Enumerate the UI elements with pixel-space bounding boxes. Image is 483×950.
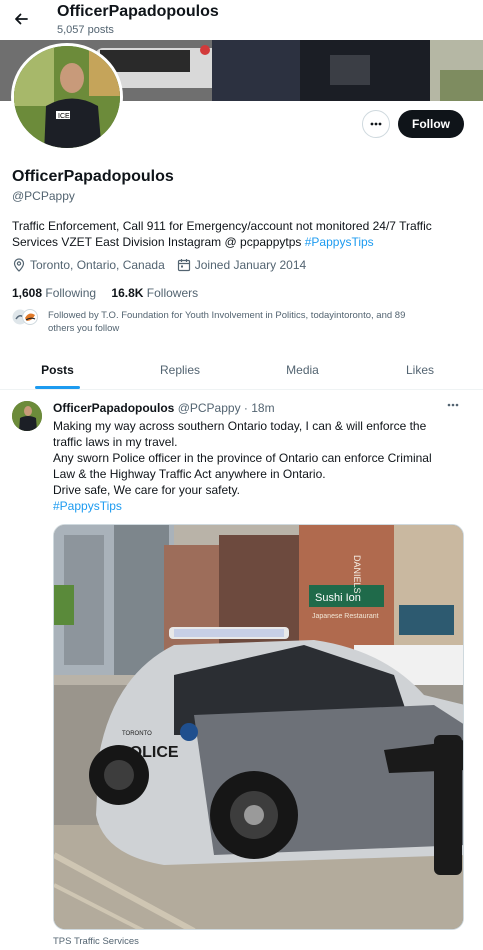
profile-stats: 1,608 Following 16.8K Followers: [12, 286, 210, 300]
back-arrow-icon[interactable]: [8, 6, 34, 32]
top-bar: OfficerPapadopoulos 5,057 posts: [0, 0, 483, 40]
followed-by-line-2: others you follow: [48, 323, 120, 334]
follow-button[interactable]: Follow: [398, 110, 464, 138]
active-tab-indicator: [35, 386, 80, 389]
header-display-name: OfficerPapadopoulos: [57, 3, 219, 20]
tweet-author-name[interactable]: OfficerPapadopoulos: [53, 401, 174, 415]
tweet-avatar[interactable]: [12, 401, 42, 431]
profile-display-name: OfficerPapadopoulos: [12, 168, 174, 185]
followed-by[interactable]: Followed by T.O. Foundation for Youth In…: [12, 307, 460, 337]
profile-avatar[interactable]: ICE: [11, 43, 123, 151]
building-sign-text: DANIELS: [352, 555, 362, 594]
followed-by-avatars: [12, 309, 38, 325]
following-label: Following: [45, 286, 97, 300]
profile-meta: Toronto, Ontario, Canada Joined January …: [12, 258, 318, 272]
calendar-icon: [177, 258, 191, 272]
tweet-media-photo[interactable]: Sushi Ion Japanese Restaurant DANIELS PO…: [53, 524, 464, 930]
following-count: 1,608: [12, 286, 43, 300]
tab-posts[interactable]: Posts: [0, 350, 115, 390]
bio-hashtag-link[interactable]: #PappysTips: [305, 235, 374, 249]
following-link[interactable]: 1,608 Following: [12, 286, 96, 300]
profile-tabs: Posts Replies Media Likes: [0, 350, 483, 390]
tab-replies[interactable]: Replies: [115, 350, 245, 390]
tweet-text: Making my way across southern Ontario to…: [53, 418, 463, 514]
profile-location: Toronto, Ontario, Canada: [30, 258, 165, 272]
tab-media[interactable]: Media: [245, 350, 360, 390]
tweet-line: traffic laws in my travel.: [53, 435, 178, 449]
tweet-more-icon[interactable]: [446, 398, 460, 415]
tab-likes[interactable]: Likes: [360, 350, 480, 390]
store-sign-text: Sushi Ion: [315, 592, 361, 604]
store-sub-text: Japanese Restaurant: [312, 613, 379, 620]
followers-label: Followers: [146, 286, 199, 300]
car-toronto-text: TORONTO: [122, 731, 152, 737]
followed-by-line-1: Followed by T.O. Foundation for Youth In…: [48, 310, 406, 321]
profile-handle: @PCPappy: [12, 189, 75, 203]
tweet-header: OfficerPapadopoulos @PCPappy · 18m: [53, 401, 275, 415]
followed-by-text: Followed by T.O. Foundation for Youth In…: [48, 309, 468, 335]
media-caption: TPS Traffic Services: [53, 936, 139, 947]
header-post-count: 5,057 posts: [57, 24, 114, 36]
tweet-line: Making my way across southern Ontario to…: [53, 419, 427, 433]
location-pin-icon: [12, 258, 26, 272]
profile-joined: Joined January 2014: [194, 258, 307, 272]
followers-count: 16.8K: [111, 286, 144, 300]
tweet-hashtag-link[interactable]: #PappysTips: [53, 498, 463, 514]
more-options-button[interactable]: [362, 110, 390, 138]
profile-bio: Traffic Enforcement, Call 911 for Emerge…: [12, 218, 460, 250]
more-dots-icon: [370, 122, 382, 126]
svg-text:ICE: ICE: [58, 113, 70, 120]
followers-link[interactable]: 16.8K Followers: [111, 286, 198, 300]
tweet-line: Law & the Highway Traffic Act anywhere i…: [53, 467, 326, 481]
tweet-line: Drive safe, We care for your safety.: [53, 483, 240, 497]
tweet-line: Any sworn Police officer in the province…: [53, 451, 432, 465]
tweet-author-meta: @PCPappy · 18m: [177, 401, 275, 415]
